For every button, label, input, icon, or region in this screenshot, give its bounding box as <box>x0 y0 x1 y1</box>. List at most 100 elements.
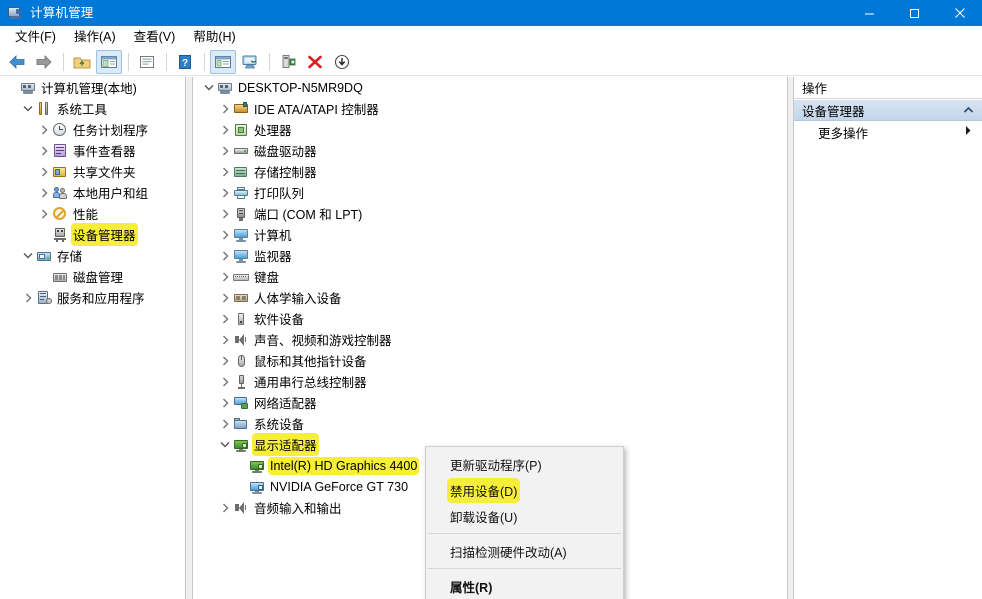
chevron-right-icon[interactable] <box>217 287 233 308</box>
chevron-right-icon[interactable] <box>217 119 233 140</box>
chevron-right-icon[interactable] <box>217 497 233 518</box>
disable-device-icon[interactable] <box>329 50 355 74</box>
properties-icon[interactable] <box>134 50 160 74</box>
device-tree-item-row[interactable]: 打印队列 <box>193 182 787 203</box>
chevron-right-icon[interactable] <box>217 266 233 287</box>
chevron-down-icon[interactable] <box>20 98 36 119</box>
chevron-right-icon[interactable] <box>217 140 233 161</box>
sidebar-item-row[interactable]: 事件查看器 <box>0 140 185 161</box>
action-more-actions[interactable]: 更多操作 <box>794 121 982 143</box>
up-folder-icon[interactable] <box>69 50 95 74</box>
chevron-down-icon[interactable] <box>20 245 36 266</box>
sidebar-item-row[interactable]: 本地用户和组 <box>0 182 185 203</box>
ctx-disable-device[interactable]: 禁用设备(D) <box>426 477 623 503</box>
device-tree-item-row[interactable]: 端口 (COM 和 LPT) <box>193 203 787 224</box>
sidebar-item-row[interactable]: 存储 <box>0 245 185 266</box>
uninstall-device-icon[interactable] <box>302 50 328 74</box>
update-driver-icon[interactable] <box>275 50 301 74</box>
chevron-right-icon[interactable] <box>964 125 972 139</box>
chevron-up-icon[interactable] <box>963 103 974 117</box>
device-tree-item-row[interactable]: 鼠标和其他指针设备 <box>193 350 787 371</box>
ctx-properties[interactable]: 属性(R) <box>426 573 623 599</box>
chevron-down-icon[interactable] <box>201 77 217 98</box>
close-button[interactable] <box>937 0 982 26</box>
chevron-right-icon[interactable] <box>36 182 52 203</box>
device-tree-item-row[interactable]: 声音、视频和游戏控制器 <box>193 329 787 350</box>
keyboard-icon <box>233 269 249 285</box>
scan-hardware-icon[interactable] <box>237 50 263 74</box>
chevron-right-icon[interactable] <box>217 182 233 203</box>
device-tree-item-row[interactable]: 软件设备 <box>193 308 787 329</box>
chevron-down-icon[interactable] <box>217 434 233 455</box>
toolbar: ? <box>0 49 982 76</box>
device-tree-item-row[interactable]: DESKTOP-N5MR9DQ <box>193 77 787 98</box>
chevron-right-icon[interactable] <box>217 392 233 413</box>
ports-icon <box>233 206 249 222</box>
sidebar-item-row[interactable]: 性能 <box>0 203 185 224</box>
system-tools-icon <box>36 101 52 117</box>
chevron-right-icon[interactable] <box>36 161 52 182</box>
menu-action[interactable]: 操作(A) <box>65 27 125 48</box>
device-tree-item-row[interactable]: 磁盘驱动器 <box>193 140 787 161</box>
device-tree-item-row[interactable]: 网络适配器 <box>193 392 787 413</box>
event-viewer-icon <box>52 143 68 159</box>
menu-help[interactable]: 帮助(H) <box>184 27 244 48</box>
chevron-right-icon[interactable] <box>217 224 233 245</box>
device-tree-item-row[interactable]: 处理器 <box>193 119 787 140</box>
chevron-right-icon[interactable] <box>217 350 233 371</box>
sound-video-game-icon <box>233 332 249 348</box>
device-tree-item-row[interactable]: 通用串行总线控制器 <box>193 371 787 392</box>
device-context-menu[interactable]: 更新驱动程序(P) 禁用设备(D) 卸载设备(U) 扫描检测硬件改动(A) 属性(R) <box>425 446 624 599</box>
sidebar-item-label: 本地用户和组 <box>73 187 149 201</box>
ide-controller-icon <box>233 101 249 117</box>
back-icon[interactable] <box>4 50 30 74</box>
chevron-right-icon[interactable] <box>36 140 52 161</box>
chevron-right-icon[interactable] <box>217 371 233 392</box>
forward-icon[interactable] <box>31 50 57 74</box>
sidebar-item-row[interactable]: 计算机管理(本地) <box>0 77 185 98</box>
chevron-right-icon[interactable] <box>217 329 233 350</box>
help-icon[interactable]: ? <box>172 50 198 74</box>
show-action-pane-icon[interactable] <box>210 50 236 74</box>
minimize-button[interactable] <box>847 0 892 26</box>
ctx-uninstall-device[interactable]: 卸载设备(U) <box>426 503 623 529</box>
storage-controller-icon <box>233 164 249 180</box>
device-tree-item-label: 键盘 <box>254 271 280 285</box>
device-tree-item-row[interactable]: 人体学输入设备 <box>193 287 787 308</box>
chevron-right-icon[interactable] <box>36 203 52 224</box>
sidebar-item-label: 服务和应用程序 <box>57 292 145 306</box>
device-tree-item-row[interactable]: 存储控制器 <box>193 161 787 182</box>
chevron-right-icon[interactable] <box>217 245 233 266</box>
chevron-right-icon[interactable] <box>217 98 233 119</box>
device-tree-item-row[interactable]: 系统设备 <box>193 413 787 434</box>
device-tree-item-row[interactable]: 键盘 <box>193 266 787 287</box>
maximize-button[interactable] <box>892 0 937 26</box>
sidebar-item-row[interactable]: 共享文件夹 <box>0 161 185 182</box>
actions-panel-header: 操作 <box>794 77 982 99</box>
menu-bar: 文件(F) 操作(A) 查看(V) 帮助(H) <box>0 26 982 49</box>
sidebar-item-row[interactable]: 设备管理器 <box>0 224 185 245</box>
chevron-right-icon[interactable] <box>217 161 233 182</box>
sidebar-item-row[interactable]: 系统工具 <box>0 98 185 119</box>
device-tree-item-label: DESKTOP-N5MR9DQ <box>238 80 363 95</box>
ctx-update-driver[interactable]: 更新驱动程序(P) <box>426 451 623 477</box>
menu-file[interactable]: 文件(F) <box>6 27 65 48</box>
device-tree-item-row[interactable]: IDE ATA/ATAPI 控制器 <box>193 98 787 119</box>
show-hide-tree-icon[interactable] <box>96 50 122 74</box>
chevron-right-icon[interactable] <box>20 287 36 308</box>
device-tree-item-row[interactable]: 计算机 <box>193 224 787 245</box>
chevron-right-icon[interactable] <box>36 119 52 140</box>
local-users-groups-icon <box>52 185 68 201</box>
device-tree-item-row[interactable]: 监视器 <box>193 245 787 266</box>
chevron-right-icon[interactable] <box>217 308 233 329</box>
console-tree-panel[interactable]: 计算机管理(本地) 系统工具 任务计划程序 事件查看器 共享文件夹本地用户和组性能 设备管… <box>0 77 186 599</box>
sidebar-item-row[interactable]: 服务和应用程序 <box>0 287 185 308</box>
sidebar-item-row[interactable]: 磁盘管理 <box>0 266 185 287</box>
actions-section-device-manager[interactable]: 设备管理器 <box>794 99 982 121</box>
chevron-right-icon[interactable] <box>217 203 233 224</box>
menu-view[interactable]: 查看(V) <box>125 27 185 48</box>
chevron-right-icon[interactable] <box>217 413 233 434</box>
sidebar-item-row[interactable]: 任务计划程序 <box>0 119 185 140</box>
ctx-scan-hardware[interactable]: 扫描检测硬件改动(A) <box>426 538 623 564</box>
toolbar-separator <box>204 53 205 71</box>
